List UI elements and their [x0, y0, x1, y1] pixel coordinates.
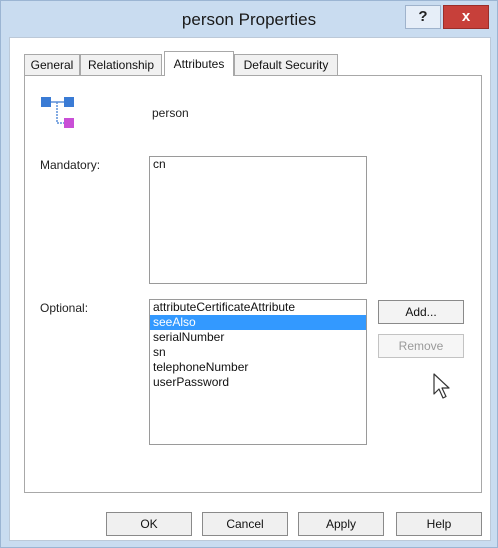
- title-bar[interactable]: person Properties ? x: [1, 1, 497, 37]
- tab-default-security[interactable]: Default Security: [234, 54, 338, 75]
- mandatory-label: Mandatory:: [40, 158, 101, 172]
- help-button[interactable]: Help: [396, 512, 482, 536]
- list-item[interactable]: sn: [150, 345, 366, 360]
- mandatory-list[interactable]: cn: [149, 156, 367, 284]
- remove-button[interactable]: Remove: [378, 334, 464, 358]
- help-title-button[interactable]: ?: [405, 5, 441, 29]
- optional-label: Optional:: [40, 301, 89, 315]
- object-name: person: [152, 106, 189, 120]
- apply-button[interactable]: Apply: [298, 512, 384, 536]
- close-button[interactable]: x: [443, 5, 489, 29]
- tab-general[interactable]: General: [24, 54, 80, 75]
- list-item[interactable]: cn: [150, 157, 366, 172]
- tab-relationship[interactable]: Relationship: [80, 54, 162, 75]
- ok-button[interactable]: OK: [106, 512, 192, 536]
- list-item-selected[interactable]: seeAlso: [150, 315, 366, 330]
- list-item[interactable]: userPassword: [150, 375, 366, 390]
- add-button[interactable]: Add...: [378, 300, 464, 324]
- optional-list[interactable]: attributeCertificateAttribute seeAlso se…: [149, 299, 367, 445]
- list-item[interactable]: telephoneNumber: [150, 360, 366, 375]
- class-icon: [41, 97, 74, 128]
- list-item[interactable]: attributeCertificateAttribute: [150, 300, 366, 315]
- mouse-pointer-icon: [433, 373, 450, 399]
- tab-attributes[interactable]: Attributes: [164, 51, 234, 76]
- list-item[interactable]: serialNumber: [150, 330, 366, 345]
- cancel-button[interactable]: Cancel: [202, 512, 288, 536]
